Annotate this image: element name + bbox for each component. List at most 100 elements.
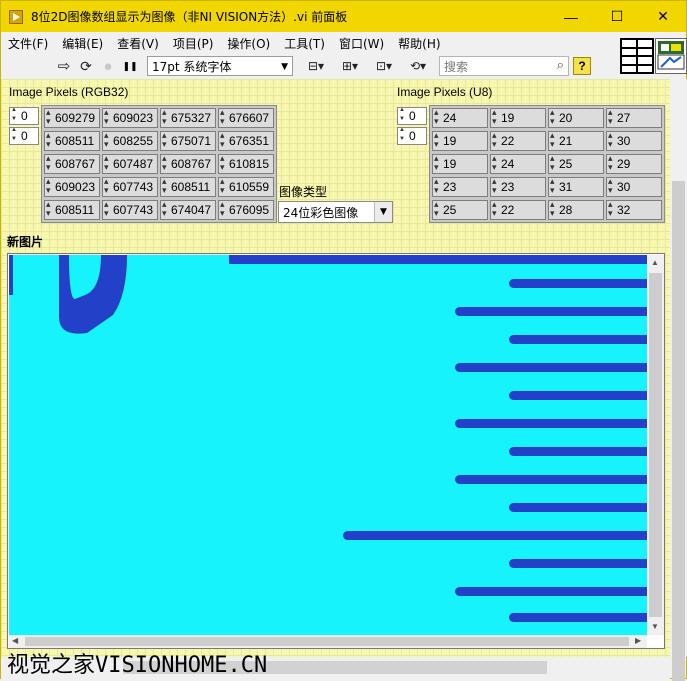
minimize-button[interactable]: —: [548, 1, 594, 32]
u8-array-cell[interactable]: 27: [606, 107, 662, 128]
connector-terminal[interactable]: [637, 56, 653, 65]
resize-objects-icon[interactable]: ⊡▾: [367, 56, 401, 76]
u8-array-cell[interactable]: 25: [548, 153, 604, 174]
rgb-array-cell[interactable]: 608255: [102, 130, 158, 151]
scroll-thumb[interactable]: [25, 637, 629, 646]
rgb-array-cell[interactable]: 674047: [160, 199, 216, 220]
run-arrow-icon[interactable]: ⇨: [53, 56, 75, 76]
run-continuously-icon[interactable]: ⟳: [75, 56, 97, 76]
u8-array-cell[interactable]: 30: [606, 130, 662, 151]
ruler-tick: [509, 279, 647, 288]
panel-vertical-scrollbar[interactable]: [670, 79, 687, 681]
u8-array-cell[interactable]: 24: [490, 153, 546, 174]
u8-array-cell[interactable]: 21: [548, 130, 604, 151]
rgb-array-cell[interactable]: 608511: [160, 176, 216, 197]
connector-pane[interactable]: [620, 38, 654, 74]
connector-terminal[interactable]: [621, 39, 637, 48]
image-vertical-scrollbar[interactable]: ▲ ▼: [647, 255, 664, 635]
menu-file[interactable]: 文件(F): [1, 35, 55, 52]
menu-view[interactable]: 查看(V): [110, 35, 166, 52]
maximize-button[interactable]: ☐: [594, 1, 640, 32]
connector-terminal[interactable]: [621, 56, 637, 65]
menu-operate[interactable]: 操作(O): [220, 35, 277, 52]
scroll-down-icon[interactable]: ▼: [651, 622, 659, 631]
pause-icon[interactable]: ❚❚: [119, 56, 141, 76]
connector-terminal[interactable]: [637, 47, 653, 56]
rgb-array-cell[interactable]: 608767: [44, 153, 100, 174]
connector-terminal[interactable]: [637, 64, 653, 73]
u8-array-cell[interactable]: 19: [490, 107, 546, 128]
rgb-array-cell[interactable]: 607487: [102, 153, 158, 174]
u8-array-cell[interactable]: 19: [432, 130, 488, 151]
rgb-array-cell[interactable]: 607743: [102, 199, 158, 220]
scroll-up-icon[interactable]: ▲: [651, 258, 659, 267]
rgb-array-cell[interactable]: 676607: [218, 107, 274, 128]
rgb-array-cell[interactable]: 675071: [160, 130, 216, 151]
rgb-array-cell[interactable]: 608767: [160, 153, 216, 174]
column-index-input[interactable]: 0: [397, 127, 427, 145]
rgb-array-cell[interactable]: 609023: [102, 107, 158, 128]
rgb-array-cell[interactable]: 609279: [44, 107, 100, 128]
ruler-curve-mark: [59, 255, 127, 334]
u8-array-cell[interactable]: 23: [490, 176, 546, 197]
connector-terminal[interactable]: [621, 47, 637, 56]
distribute-objects-icon[interactable]: ⊞▾: [333, 56, 367, 76]
ruler-tick: [509, 335, 647, 344]
u8-array-cell[interactable]: 30: [606, 176, 662, 197]
u8-array-cell[interactable]: 32: [606, 199, 662, 220]
scroll-thumb[interactable]: [649, 273, 662, 617]
connector-terminal[interactable]: [621, 64, 637, 73]
image-type-select[interactable]: 24位彩色图像 ▼: [278, 201, 393, 223]
close-button[interactable]: ✕: [640, 1, 686, 32]
u8-array-cell[interactable]: 20: [548, 107, 604, 128]
image-label: 新图片: [7, 235, 44, 249]
search-icon[interactable]: ⌕: [557, 58, 564, 73]
reorder-icon[interactable]: ⟲▾: [401, 56, 435, 76]
rgb-array-cell[interactable]: 607743: [102, 176, 158, 197]
scroll-left-icon[interactable]: ◀: [12, 636, 18, 645]
context-help-button[interactable]: ?: [573, 57, 591, 75]
image-canvas[interactable]: [9, 255, 647, 635]
align-objects-icon[interactable]: ⊟▾: [299, 56, 333, 76]
vi-icon[interactable]: [655, 38, 687, 74]
u8-array-cell[interactable]: 29: [606, 153, 662, 174]
u8-array-cell[interactable]: 19: [432, 153, 488, 174]
u8-array-cell[interactable]: 22: [490, 199, 546, 220]
image-display[interactable]: ▲ ▼ ◀ ▶: [7, 253, 665, 649]
title-bar[interactable]: 8位2D图像数组显示为图像（非NI VISION方法）.vi 前面板 — ☐ ✕: [1, 1, 686, 32]
scroll-right-icon[interactable]: ▶: [635, 636, 641, 645]
u8-array-cell[interactable]: 28: [548, 199, 604, 220]
u8-array-cell[interactable]: 23: [432, 176, 488, 197]
window-controls: — ☐ ✕: [548, 1, 686, 32]
menu-bar: 文件(F) 编辑(E) 查看(V) 项目(P) 操作(O) 工具(T) 窗口(W…: [1, 32, 618, 54]
row-index-input[interactable]: 0: [397, 107, 427, 125]
u8-array-cell[interactable]: 22: [490, 130, 546, 151]
menu-project[interactable]: 项目(P): [166, 35, 221, 52]
rgb-array-grid: 6092796090236753276766076085116082556750…: [44, 107, 274, 220]
rgb-array-cell[interactable]: 608511: [44, 130, 100, 151]
abort-execution-icon[interactable]: ●: [97, 56, 119, 76]
rgb-array-cell[interactable]: 676095: [218, 199, 274, 220]
rgb-array-cell[interactable]: 676351: [218, 130, 274, 151]
scroll-thumb[interactable]: [672, 181, 685, 681]
rgb-array-cell[interactable]: 608511: [44, 199, 100, 220]
u8-array-cell[interactable]: 31: [548, 176, 604, 197]
rgb-array-cell[interactable]: 610815: [218, 153, 274, 174]
rgb-array-cell[interactable]: 609023: [44, 176, 100, 197]
menu-window[interactable]: 窗口(W): [332, 35, 391, 52]
rgb-array-cell[interactable]: 610559: [218, 176, 274, 197]
row-index-input[interactable]: 0: [9, 107, 39, 125]
search-input[interactable]: 搜索 ⌕: [439, 56, 569, 76]
menu-help[interactable]: 帮助(H): [391, 35, 447, 52]
ruler-edge-mark: [9, 255, 13, 295]
u8-array-cell[interactable]: 25: [432, 199, 488, 220]
ruler-tick: [509, 503, 647, 512]
font-selector[interactable]: 17pt 系统字体 ▼: [147, 56, 293, 76]
connector-terminal[interactable]: [637, 39, 653, 48]
rgb-array-cell[interactable]: 675327: [160, 107, 216, 128]
chevron-down-icon[interactable]: ▼: [374, 202, 392, 222]
menu-tools[interactable]: 工具(T): [277, 35, 332, 52]
column-index-input[interactable]: 0: [9, 127, 39, 145]
u8-array-cell[interactable]: 24: [432, 107, 488, 128]
menu-edit[interactable]: 编辑(E): [55, 35, 110, 52]
